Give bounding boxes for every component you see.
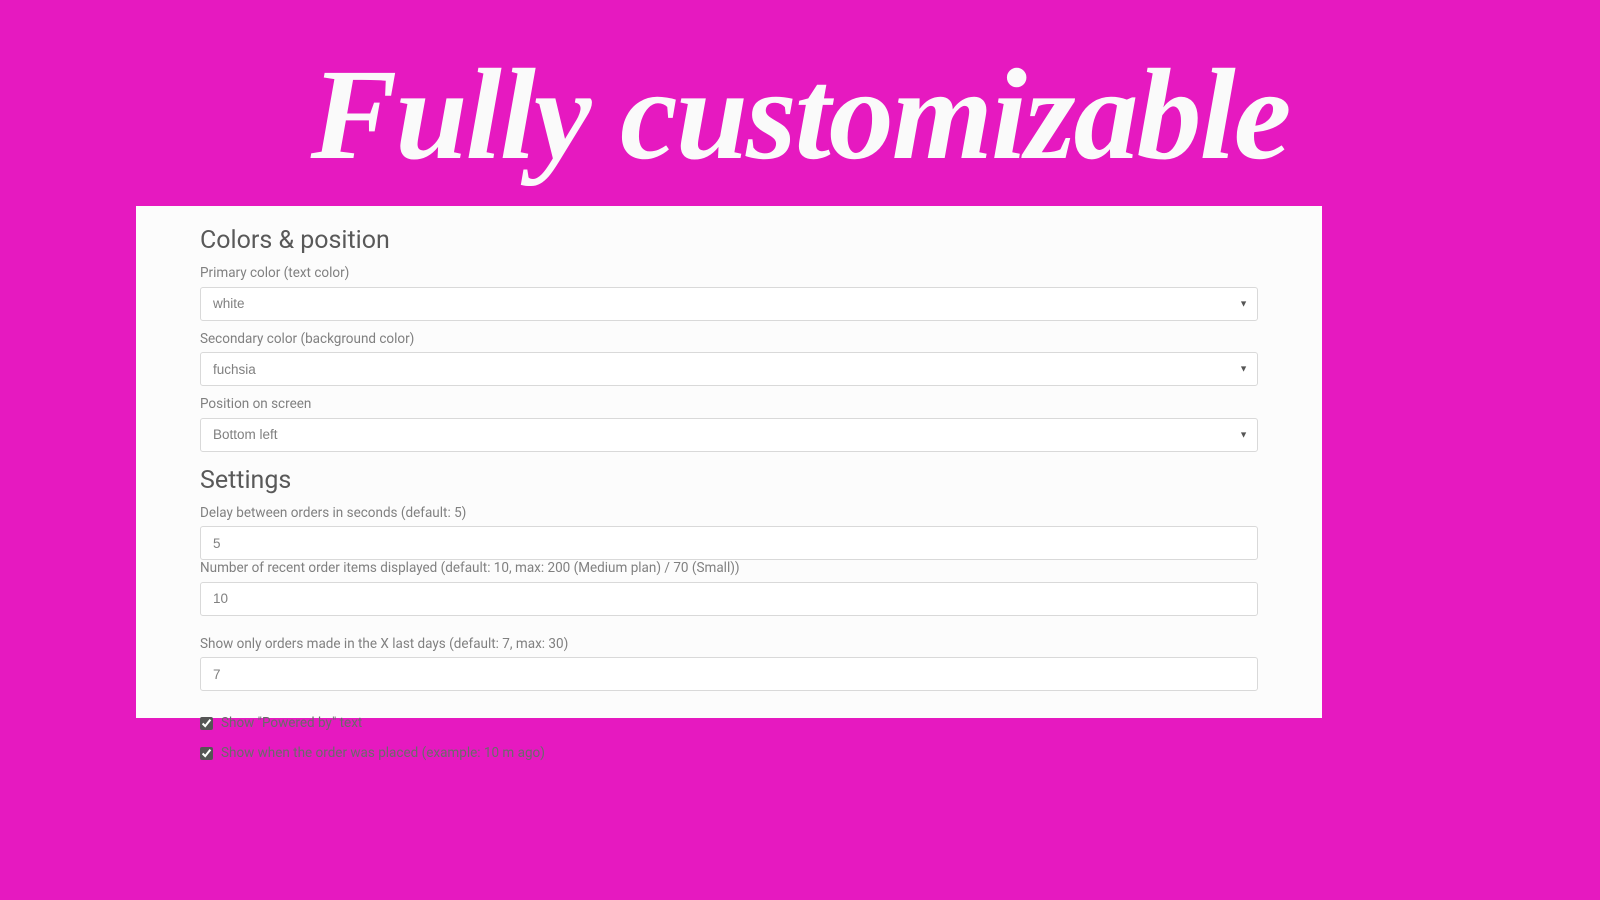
powered-by-label: Show "Powered by" text <box>221 715 362 731</box>
section-heading-settings: Settings <box>200 466 1258 495</box>
primary-color-select-wrap: white ▼ <box>200 287 1258 321</box>
secondary-color-select[interactable]: fuchsia <box>200 352 1258 386</box>
days-input[interactable] <box>200 657 1258 691</box>
secondary-color-select-wrap: fuchsia ▼ <box>200 352 1258 386</box>
settings-panel: Colors & position Primary color (text co… <box>136 206 1322 718</box>
primary-color-label: Primary color (text color) <box>200 265 1258 283</box>
powered-by-row: Show "Powered by" text <box>200 715 1258 731</box>
hero-title: Fully customizable <box>0 0 1600 180</box>
timestamp-checkbox[interactable] <box>200 747 213 760</box>
timestamp-label: Show when the order was placed (example:… <box>221 745 545 761</box>
delay-label: Delay between orders in seconds (default… <box>200 505 1258 523</box>
secondary-color-label: Secondary color (background color) <box>200 331 1258 349</box>
position-select[interactable]: Bottom left <box>200 418 1258 452</box>
position-select-wrap: Bottom left ▼ <box>200 418 1258 452</box>
powered-by-checkbox[interactable] <box>200 717 213 730</box>
delay-input[interactable] <box>200 526 1258 560</box>
days-label: Show only orders made in the X last days… <box>200 636 1258 654</box>
count-input[interactable] <box>200 582 1258 616</box>
section-heading-colors: Colors & position <box>200 226 1258 255</box>
primary-color-select[interactable]: white <box>200 287 1258 321</box>
count-label: Number of recent order items displayed (… <box>200 560 1258 578</box>
position-label: Position on screen <box>200 396 1258 414</box>
timestamp-row: Show when the order was placed (example:… <box>200 745 1258 761</box>
